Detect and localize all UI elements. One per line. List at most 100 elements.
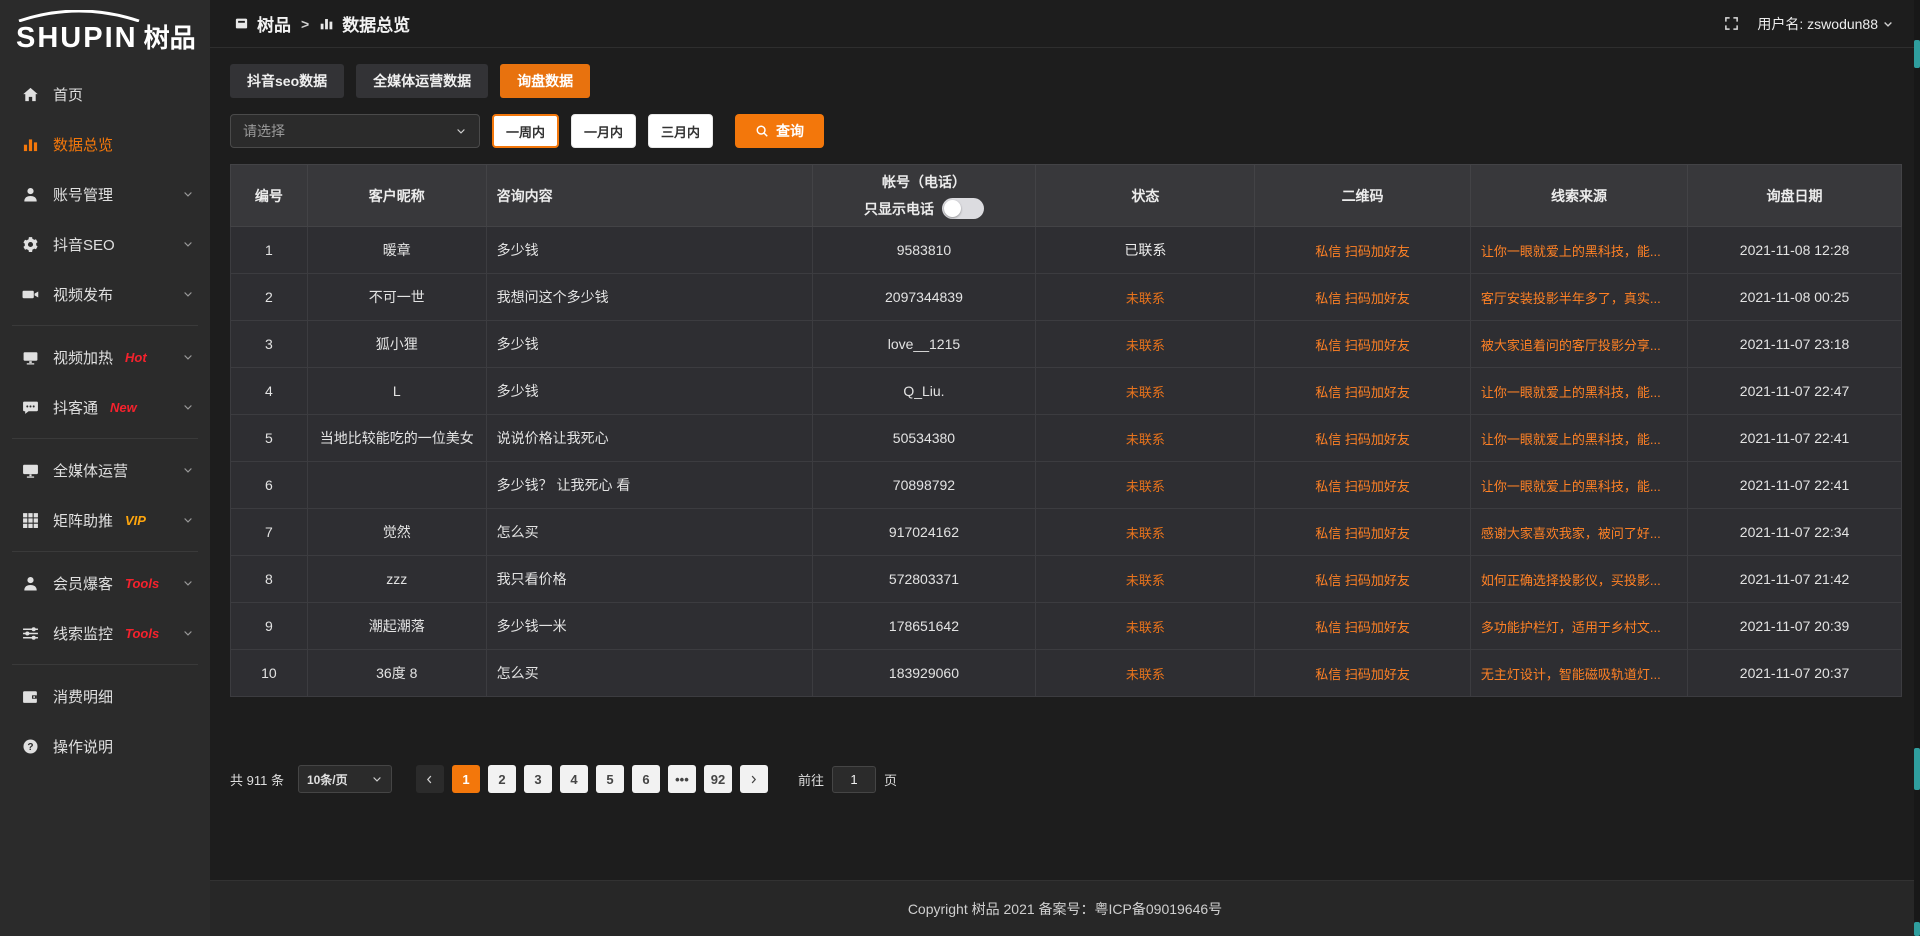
cell-no: 6	[231, 462, 308, 509]
fullscreen-icon[interactable]	[1724, 16, 1739, 31]
scrollbar[interactable]	[1914, 0, 1920, 936]
sliders-icon	[22, 625, 39, 642]
page-ellipsis-button[interactable]: •••	[668, 765, 696, 793]
sidebar-item-expense-detail[interactable]: 消费明细	[0, 671, 210, 721]
sidebar-item-member-baoke[interactable]: 会员爆客 Tools	[0, 558, 210, 608]
cell-no: 4	[231, 368, 308, 415]
sidebar-item-label: 数据总览	[53, 134, 113, 155]
cell-nickname	[307, 462, 486, 509]
qr-actions-link[interactable]: 私信 扫码加好友	[1315, 667, 1410, 682]
sidebar-item-video-publish[interactable]: 视频发布	[0, 269, 210, 319]
page-button-3[interactable]: 3	[524, 765, 552, 793]
cell-nickname: 潮起潮落	[307, 603, 486, 650]
total-count-label: 共 911 条	[230, 770, 284, 789]
tools-badge: Tools	[125, 576, 159, 591]
qr-actions-link[interactable]: 私信 扫码加好友	[1315, 479, 1410, 494]
cell-no: 7	[231, 509, 308, 556]
sidebar-item-label: 首页	[53, 84, 83, 105]
user-menu[interactable]: 用户名: zswodun88	[1757, 14, 1894, 34]
video-icon	[22, 286, 39, 303]
filter-select[interactable]: 请选择	[230, 114, 480, 148]
vip-badge: VIP	[125, 513, 146, 528]
search-button[interactable]: 查询	[735, 114, 824, 148]
page-button-5[interactable]: 5	[596, 765, 624, 793]
sidebar-item-data-overview[interactable]: 数据总览	[0, 119, 210, 169]
prev-page-button[interactable]	[416, 765, 444, 793]
cell-account: love__1215	[812, 321, 1036, 368]
jump-page-input[interactable]	[832, 766, 876, 793]
range-week-button[interactable]: 一周内	[492, 114, 559, 148]
sidebar-item-label: 矩阵助推	[53, 510, 113, 531]
page-button-4[interactable]: 4	[560, 765, 588, 793]
cell-date: 2021-11-07 22:34	[1688, 509, 1902, 556]
qr-actions-link[interactable]: 私信 扫码加好友	[1315, 573, 1410, 588]
page-jump: 前往 页	[798, 766, 897, 793]
cell-date: 2021-11-07 22:41	[1688, 462, 1902, 509]
sidebar-item-account-mgmt[interactable]: 账号管理	[0, 169, 210, 219]
sidebar-item-omnimedia[interactable]: 全媒体运营	[0, 445, 210, 495]
cell-no: 9	[231, 603, 308, 650]
lead-source-link[interactable]: 客厅安装投影半年多了，真实...	[1481, 291, 1661, 306]
scrollbar-thumb[interactable]	[1914, 40, 1920, 68]
page-button-92[interactable]: 92	[704, 765, 732, 793]
page-button-2[interactable]: 2	[488, 765, 516, 793]
help-icon: ?	[22, 738, 39, 755]
sidebar-item-douyin-seo[interactable]: 抖音SEO	[0, 219, 210, 269]
sidebar-item-lead-monitor[interactable]: 线索监控 Tools	[0, 608, 210, 658]
cell-account: 50534380	[812, 415, 1036, 462]
qr-actions-link[interactable]: 私信 扫码加好友	[1315, 526, 1410, 541]
tab-douyin-seo-data[interactable]: 抖音seo数据	[230, 64, 344, 98]
lead-source-link[interactable]: 让你一眼就爱上的黑科技，能...	[1481, 244, 1661, 259]
col-nickname: 客户昵称	[307, 165, 486, 227]
cell-content: 怎么买	[486, 650, 812, 697]
col-source: 线索来源	[1470, 165, 1687, 227]
lead-source-link[interactable]: 让你一眼就爱上的黑科技，能...	[1481, 432, 1661, 447]
sidebar-item-doketong[interactable]: 抖客通 New	[0, 382, 210, 432]
tab-inquiry-data[interactable]: 询盘数据	[500, 64, 590, 98]
bar-chart-icon	[319, 16, 334, 31]
pagination: 共 911 条 10条/页 1 2 3 4 5 6 ••• 92	[230, 765, 1902, 793]
username-label: 用户名: zswodun88	[1757, 14, 1878, 34]
home-icon	[22, 86, 39, 103]
sidebar: SHUPIN树品 首页 数据总览 账号管理 抖音SEO	[0, 0, 210, 936]
jump-label-after: 页	[884, 770, 897, 789]
phone-only-toggle[interactable]	[942, 198, 984, 219]
sidebar-divider	[12, 438, 198, 439]
lead-source-link[interactable]: 无主灯设计，智能磁吸轨道灯...	[1481, 667, 1661, 682]
cell-nickname: 36度 8	[307, 650, 486, 697]
col-no: 编号	[231, 165, 308, 227]
page-button-1[interactable]: 1	[452, 765, 480, 793]
lead-source-link[interactable]: 让你一眼就爱上的黑科技，能...	[1481, 479, 1661, 494]
lead-source-link[interactable]: 多功能护栏灯，适用于乡村文...	[1481, 620, 1661, 635]
qr-actions-link[interactable]: 私信 扫码加好友	[1315, 620, 1410, 635]
sidebar-item-help[interactable]: ? 操作说明	[0, 721, 210, 771]
table-row: 1 暖章 多少钱 9583810 已联系 私信 扫码加好友 让你一眼就爱上的黑科…	[231, 227, 1902, 274]
range-month-button[interactable]: 一月内	[571, 114, 636, 148]
status-badge: 未联系	[1126, 620, 1165, 635]
table-row: 5 当地比较能吃的一位美女 说说价格让我死心 50534380 未联系 私信 扫…	[231, 415, 1902, 462]
qr-actions-link[interactable]: 私信 扫码加好友	[1315, 385, 1410, 400]
sidebar-item-matrix-boost[interactable]: 矩阵助推 VIP	[0, 495, 210, 545]
qr-actions-link[interactable]: 私信 扫码加好友	[1315, 432, 1410, 447]
lead-source-link[interactable]: 被大家追着问的客厅投影分享...	[1481, 338, 1661, 353]
hot-badge: Hot	[125, 350, 147, 365]
cell-nickname: 觉然	[307, 509, 486, 556]
lead-source-link[interactable]: 感谢大家喜欢我家，被问了好...	[1481, 526, 1661, 541]
qr-actions-link[interactable]: 私信 扫码加好友	[1315, 338, 1410, 353]
sidebar-item-video-heat[interactable]: 视频加热 Hot	[0, 332, 210, 382]
qr-actions-link[interactable]: 私信 扫码加好友	[1315, 291, 1410, 306]
range-quarter-button[interactable]: 三月内	[648, 114, 713, 148]
qr-actions-link[interactable]: 私信 扫码加好友	[1315, 244, 1410, 259]
table-row: 10 36度 8 怎么买 183929060 未联系 私信 扫码加好友 无主灯设…	[231, 650, 1902, 697]
breadcrumb-root[interactable]: 树品	[257, 11, 291, 36]
page-button-6[interactable]: 6	[632, 765, 660, 793]
lead-source-link[interactable]: 让你一眼就爱上的黑科技，能...	[1481, 385, 1661, 400]
filter-select-placeholder: 请选择	[243, 121, 285, 141]
sidebar-item-home[interactable]: 首页	[0, 69, 210, 119]
next-page-button[interactable]	[740, 765, 768, 793]
tab-omnimedia-data[interactable]: 全媒体运营数据	[356, 64, 488, 98]
cell-content: 多少钱一米	[486, 603, 812, 650]
lead-source-link[interactable]: 如何正确选择投影仪，买投影...	[1481, 573, 1661, 588]
gear-icon	[22, 236, 39, 253]
page-size-select[interactable]: 10条/页	[298, 765, 392, 793]
